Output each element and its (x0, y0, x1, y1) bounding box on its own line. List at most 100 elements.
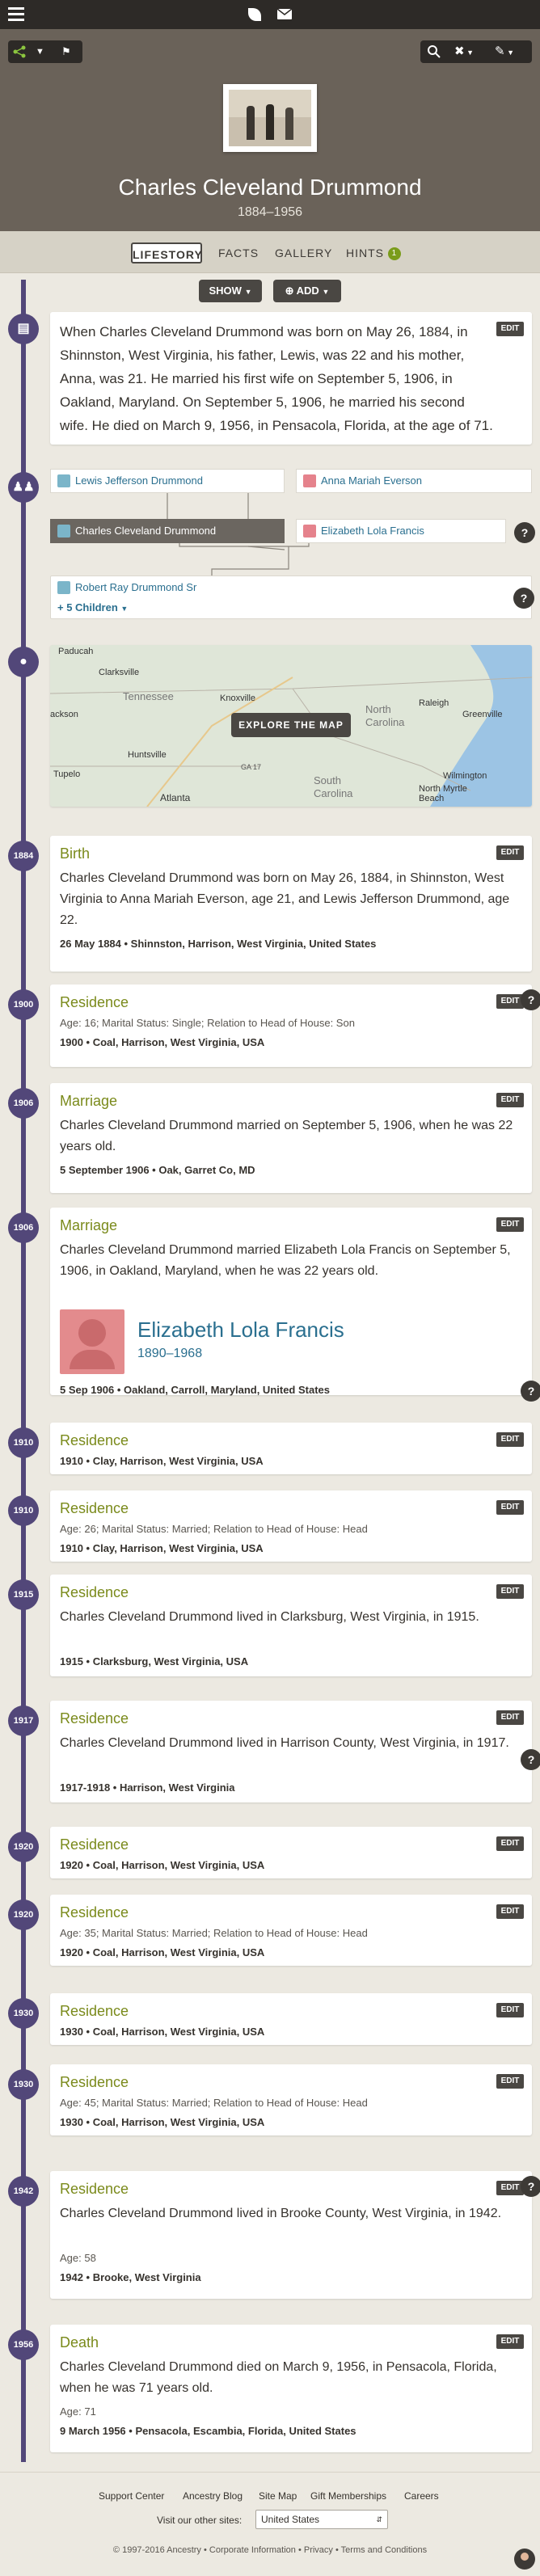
edit-button[interactable]: EDIT (496, 2181, 524, 2195)
footer-link[interactable]: Gift Memberships (310, 2490, 386, 2502)
event-card[interactable]: EDIT Residence Charles Cleveland Drummond … (50, 1575, 532, 1676)
mail-icon[interactable] (276, 8, 293, 19)
tab-hints[interactable]: HINTS 1 (346, 242, 406, 264)
map-label: Tupelo (53, 769, 81, 779)
event-description: Charles Cleveland Drummond lived in Broo… (60, 2207, 502, 2220)
edit-button[interactable]: EDIT (496, 322, 524, 336)
help-icon[interactable]: ? (521, 1749, 540, 1770)
map-label: Atlanta (160, 792, 191, 803)
event-card[interactable]: EDIT Marriage Charles Cleveland Drummond m… (50, 1208, 540, 1402)
edit-button[interactable]: EDIT (496, 2334, 524, 2349)
event-card[interactable]: EDIT Residence Age: 16; Marital Status: Si… (50, 984, 540, 1067)
edit-button[interactable]: EDIT (496, 1217, 524, 1232)
country-select[interactable]: United States ⇵ (255, 2510, 388, 2529)
tab-facts[interactable]: FACTS (217, 242, 260, 264)
edit-button[interactable]: EDIT (496, 1710, 524, 1725)
father-name: Lewis Jefferson Drummond (75, 474, 203, 487)
edit-button[interactable]: EDIT (496, 1093, 524, 1107)
show-button[interactable]: SHOW ▼ (199, 280, 262, 302)
spouse-years: 1890–1968 (137, 1347, 203, 1360)
event-card[interactable]: EDIT Residence Charles Cleveland Drummond … (50, 2171, 540, 2299)
tab-lifestory[interactable]: LIFESTORY (131, 242, 202, 264)
event-card[interactable]: EDIT Residence 1920 • Coal, Harrison, West… (50, 1827, 532, 1878)
event-description: Charles Cleveland Drummond married Eliza… (60, 1243, 511, 1278)
edit-button[interactable]: EDIT (496, 1584, 524, 1599)
footer-link[interactable]: Site Map (259, 2490, 297, 2502)
event-card[interactable]: EDIT Birth Charles Cleveland Drummond was … (50, 836, 532, 972)
map-card[interactable]: Paducah Clarksville Tennessee Knoxville … (50, 645, 532, 807)
edit-button[interactable]: EDIT (496, 1500, 524, 1515)
summary-text: When Charles Cleveland Drummond was born… (60, 324, 493, 433)
year-marker: 1917 (8, 1705, 39, 1736)
person-tools: ✖ ▼ ✎ ▼ (420, 40, 532, 63)
map-label: GA 17 (241, 763, 262, 771)
year-marker: 1906 (8, 1088, 39, 1119)
edit-button[interactable]: EDIT (496, 845, 524, 860)
map-pin-icon: ● (8, 647, 39, 677)
year-marker: 1900 (8, 989, 39, 1020)
edit-button[interactable]: EDIT (496, 1836, 524, 1851)
female-avatar-icon (60, 1309, 124, 1374)
more-children-link[interactable]: + 5 Children ▼ (57, 601, 128, 616)
event-card[interactable]: EDIT Marriage Charles Cleveland Drummond m… (50, 1083, 532, 1193)
year-marker: 1906 (8, 1212, 39, 1243)
event-date-place: 1900 • Coal, Harrison, West Virginia, US… (60, 1036, 265, 1048)
event-card[interactable]: EDIT Residence Age: 35; Marital Status: Ma… (50, 1895, 532, 1966)
add-button[interactable]: ⊕ ADD ▼ (273, 280, 341, 302)
event-date-place: 1910 • Clay, Harrison, West Virginia, US… (60, 1542, 264, 1554)
profile-photo[interactable] (223, 84, 317, 152)
tools-icon[interactable]: ✖ ▼ (454, 44, 474, 58)
help-icon[interactable]: ? (521, 2176, 540, 2197)
self-card[interactable]: Charles Cleveland Drummond (50, 519, 285, 543)
edit-button[interactable]: EDIT (496, 1904, 524, 1919)
leaf-icon[interactable] (248, 8, 261, 21)
home-person-icon[interactable]: ⚑ (61, 45, 74, 58)
tree-icon[interactable] (13, 45, 26, 58)
map-label: Greenville (462, 710, 503, 719)
edit-button[interactable]: EDIT (496, 1432, 524, 1447)
spouse-link[interactable]: Elizabeth Lola Francis 1890–1968 (60, 1309, 383, 1374)
tab-bar: LIFESTORY FACTS GALLERY HINTS 1 (0, 231, 540, 273)
map-label: Carolina (314, 787, 353, 799)
chevron-down-icon[interactable]: ▼ (36, 47, 44, 57)
pencil-icon[interactable]: ✎ ▼ (495, 44, 514, 58)
footer-link[interactable]: Ancestry Blog (183, 2490, 243, 2502)
map-label: Tennessee (123, 690, 174, 702)
year-marker: 1920 (8, 1832, 39, 1862)
map-label: North Myrtle (419, 784, 467, 794)
explore-map-button[interactable]: EXPLORE THE MAP (231, 713, 351, 737)
help-icon[interactable]: ? (513, 588, 534, 609)
family-icon: ♟♟ (8, 472, 39, 503)
event-details: Age: 45; Marital Status: Married; Relati… (60, 2097, 368, 2109)
event-date-place: 1930 • Coal, Harrison, West Virginia, US… (60, 2026, 265, 2038)
event-card[interactable]: EDIT Residence 1930 • Coal, Harrison, West… (50, 1993, 532, 2045)
map-label: Huntsville (128, 750, 167, 760)
document-icon: ▤ (8, 314, 39, 344)
help-icon[interactable]: ? (514, 522, 535, 543)
spouse-card[interactable]: Elizabeth Lola Francis (296, 519, 506, 543)
chat-avatar-icon[interactable] (514, 2549, 535, 2570)
help-icon[interactable]: ? (521, 1381, 540, 1402)
event-card[interactable]: EDIT Death Charles Cleveland Drummond died… (50, 2325, 532, 2452)
event-card[interactable]: EDIT Residence Age: 45; Marital Status: Ma… (50, 2064, 532, 2135)
event-card[interactable]: EDIT Residence Age: 26; Marital Status: Ma… (50, 1490, 532, 1562)
tab-gallery[interactable]: GALLERY (275, 242, 331, 264)
other-sites-label: Visit our other sites: (157, 2515, 243, 2526)
copyright: © 1997-2016 Ancestry • Corporate Informa… (112, 2545, 428, 2555)
event-title: Death (60, 2334, 99, 2350)
footer-link[interactable]: Support Center (99, 2490, 164, 2502)
child-card[interactable]: Robert Ray Drummond Sr + 5 Children ▼ ? (50, 575, 534, 619)
event-card[interactable]: EDIT Residence Charles Cleveland Drummond … (50, 1701, 540, 1802)
search-icon[interactable] (427, 44, 441, 59)
edit-button[interactable]: EDIT (496, 994, 524, 1009)
mother-card[interactable]: Anna Mariah Everson (296, 469, 532, 493)
edit-button[interactable]: EDIT (496, 2074, 524, 2089)
event-card[interactable]: EDIT Residence 1910 • Clay, Harrison, West… (50, 1423, 532, 1474)
edit-button[interactable]: EDIT (496, 2003, 524, 2017)
father-card[interactable]: Lewis Jefferson Drummond (50, 469, 285, 493)
event-title: Residence (60, 1710, 129, 1726)
year-marker: 1915 (8, 1579, 39, 1610)
menu-icon[interactable] (8, 7, 24, 22)
help-icon[interactable]: ? (521, 989, 540, 1010)
footer-link[interactable]: Careers (404, 2490, 439, 2502)
